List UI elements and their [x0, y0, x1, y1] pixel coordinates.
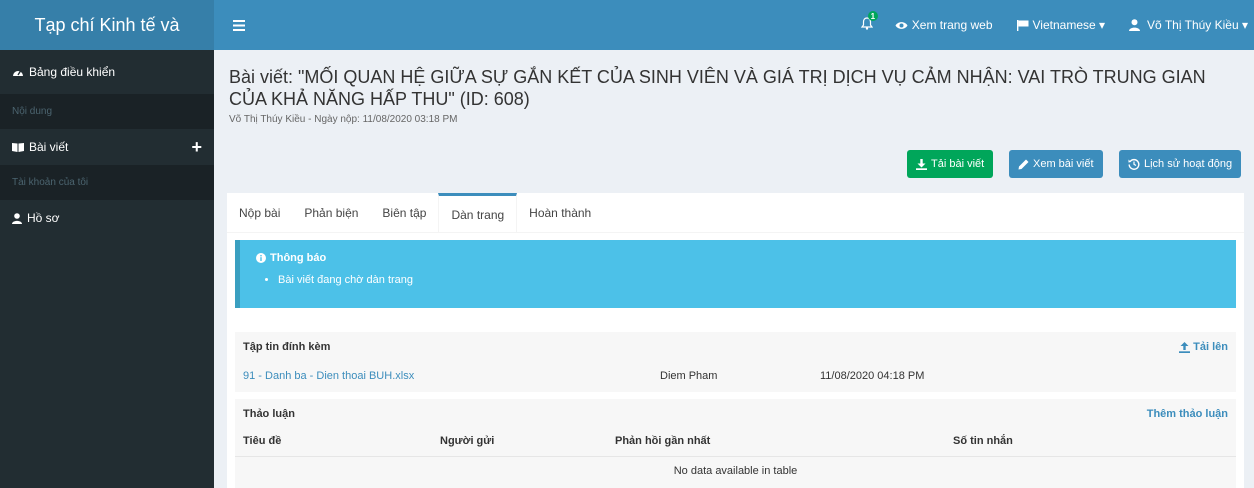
sidebar-item-label: Bảng điều khiển — [29, 65, 116, 79]
attachment-date: 11/08/2020 04:18 PM — [820, 370, 925, 382]
info-icon — [256, 253, 266, 263]
add-discussion-link[interactable]: Thêm thảo luận — [1147, 408, 1228, 420]
pencil-icon — [1018, 159, 1029, 170]
attachments-header: Tập tin đính kèm Tải lên — [235, 332, 1236, 362]
workflow-tabs: Nộp bài Phản biện Biên tập Dàn trang Hoà… — [227, 193, 1244, 233]
tab-review[interactable]: Phản biện — [292, 193, 370, 233]
upload-link[interactable]: Tải lên — [1179, 341, 1228, 353]
sidebar-section-content: Nội dung — [0, 94, 214, 129]
user-icon — [12, 212, 22, 224]
book-icon — [12, 142, 24, 152]
upload-icon — [1179, 341, 1191, 353]
discussion-table-header: Tiêu đề Người gửi Phản hồi gần nhất Số t… — [235, 429, 1236, 457]
top-navbar: 1 Xem trang web Vietnamese ▾ Võ Thị Thúy… — [214, 0, 1254, 50]
discussion-header: Thảo luận Thêm thảo luận — [235, 399, 1236, 429]
view-article-button[interactable]: Xem bài viết — [1009, 150, 1103, 178]
eye-icon — [895, 21, 908, 30]
attachments-panel: Tập tin đính kèm Tải lên 91 - Danh ba - … — [235, 332, 1236, 392]
tab-layout[interactable]: Dàn trang — [438, 193, 518, 233]
column-header: Tiêu đề — [243, 435, 282, 447]
sidebar-item-dashboard[interactable]: Bảng điều khiển — [0, 50, 214, 94]
sidebar-item-label: Bài viết — [29, 140, 69, 154]
user-menu[interactable]: Võ Thị Thúy Kiều ▾ — [1113, 0, 1254, 50]
table-empty-message: No data available in table — [673, 465, 798, 477]
user-icon — [1129, 19, 1141, 31]
add-article-icon[interactable]: + — [191, 137, 202, 158]
column-header: Phản hồi gần nhất — [615, 435, 711, 447]
notice-callout: Thông báo Bài viết đang chờ dàn trang — [235, 240, 1236, 308]
history-icon — [1128, 158, 1140, 170]
download-article-button[interactable]: Tải bài viết — [907, 150, 994, 178]
notice-title-text: Thông báo — [270, 252, 327, 264]
brand-title[interactable]: Tạp chí Kinh tế và — [0, 0, 214, 50]
notice-item: Bài viết đang chờ dàn trang — [278, 274, 1220, 286]
menu-toggle-icon[interactable] — [214, 0, 264, 50]
language-dropdown[interactable]: Vietnamese ▾ — [1001, 0, 1114, 50]
column-header: Số tin nhắn — [953, 435, 1013, 447]
sidebar-item-articles[interactable]: Bài viết + — [0, 129, 214, 165]
attachment-row: 91 - Danh ba - Dien thoai BUH.xlsx Diem … — [235, 362, 1236, 392]
download-icon — [916, 158, 927, 170]
attachment-sender: Diem Pham — [660, 370, 718, 382]
column-header: Người gửi — [440, 435, 495, 447]
language-label: Vietnamese ▾ — [1032, 18, 1106, 32]
discussion-title: Thảo luận — [243, 408, 295, 420]
button-label: Tải bài viết — [931, 158, 985, 170]
notice-list: Bài viết đang chờ dàn trang — [278, 274, 1220, 286]
view-site-link[interactable]: Xem trang web — [887, 0, 1001, 50]
attachment-file-link[interactable]: 91 - Danh ba - Dien thoai BUH.xlsx — [243, 370, 414, 382]
submission-meta: Võ Thị Thúy Kiều - Ngày nộp: 11/08/2020 … — [229, 114, 458, 125]
sidebar-section-account: Tài khoản của tôi — [0, 165, 214, 200]
tab-completed[interactable]: Hoàn thành — [517, 193, 603, 233]
main-content: Bài viết: "MỐI QUAN HỆ GIỮA SỰ GẮN KẾT C… — [214, 50, 1254, 488]
page-title: Bài viết: "MỐI QUAN HỆ GIỮA SỰ GẮN KẾT C… — [229, 67, 1206, 109]
workflow-box: Nộp bài Phản biện Biên tập Dàn trang Hoà… — [227, 193, 1244, 488]
view-site-label: Xem trang web — [911, 18, 993, 32]
discussion-panel: Thảo luận Thêm thảo luận Tiêu đề Người g… — [235, 399, 1236, 488]
attachments-title: Tập tin đính kèm — [243, 341, 331, 353]
button-label: Xem bài viết — [1033, 158, 1094, 170]
sidebar-item-profile[interactable]: Hồ sơ — [0, 200, 214, 236]
sidebar-item-label: Hồ sơ — [27, 211, 60, 225]
upload-label: Tải lên — [1193, 341, 1228, 353]
sidebar: Bảng điều khiển Nội dung Bài viết + Tài … — [0, 50, 214, 488]
user-name: Võ Thị Thúy Kiều ▾ — [1147, 18, 1248, 32]
notice-title: Thông báo — [256, 252, 1220, 264]
notifications-button[interactable]: 1 — [847, 0, 887, 50]
activity-history-button[interactable]: Lịch sử hoạt động — [1119, 150, 1242, 178]
notification-badge: 1 — [867, 11, 878, 21]
dashboard-icon — [12, 67, 24, 77]
button-label: Lịch sử hoạt động — [1144, 158, 1233, 170]
tab-submission[interactable]: Nộp bài — [227, 193, 292, 233]
tab-editing[interactable]: Biên tập — [370, 193, 438, 233]
flag-icon — [1016, 19, 1029, 31]
